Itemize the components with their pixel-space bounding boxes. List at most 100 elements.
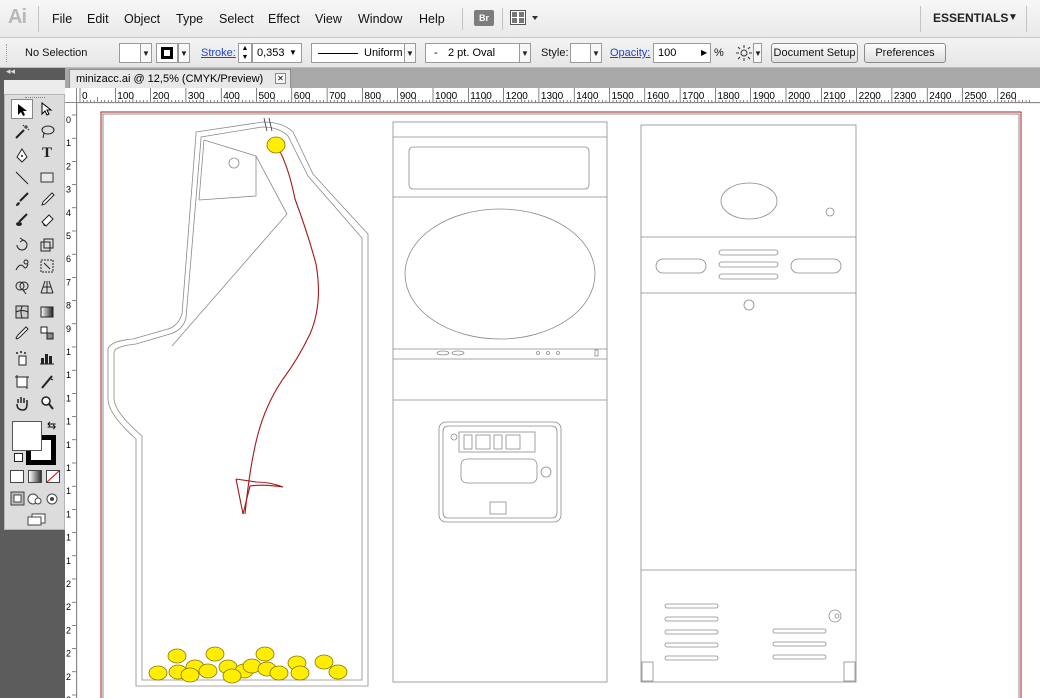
fill-color-swatch[interactable]: [12, 421, 42, 451]
chevron-right-icon[interactable]: ▶: [701, 48, 707, 57]
artboard-tool-icon[interactable]: [11, 371, 33, 391]
style-label: Style:: [541, 47, 569, 59]
column-graph-tool-icon[interactable]: [36, 347, 58, 367]
menu-window[interactable]: Window: [358, 12, 402, 26]
rotate-tool-icon[interactable]: [11, 234, 33, 254]
tools-panel: T ⇆: [4, 94, 65, 530]
stroke-swatch[interactable]: [156, 43, 178, 63]
divider: [920, 6, 921, 32]
perspective-grid-tool-icon[interactable]: [36, 276, 58, 296]
hand-tool-icon[interactable]: [11, 392, 33, 412]
menu-type[interactable]: Type: [176, 12, 203, 26]
graphic-style-swatch[interactable]: [570, 43, 592, 63]
draw-modes: [10, 491, 62, 506]
ruler-label: 600: [294, 91, 311, 102]
ruler-label: 0: [66, 115, 71, 125]
collapse-icon[interactable]: ◂◂: [6, 66, 15, 77]
variable-width-profile[interactable]: Uniform: [311, 43, 405, 63]
fill-dropdown[interactable]: ▼: [140, 43, 152, 63]
gradient-tool-icon[interactable]: [36, 301, 58, 321]
menu-object[interactable]: Object: [124, 12, 160, 26]
recolor-dropdown[interactable]: ▼: [753, 43, 762, 63]
bridge-button[interactable]: Br: [474, 10, 494, 26]
profile-dropdown[interactable]: ▼: [404, 43, 416, 63]
direct-selection-tool-icon[interactable]: [36, 99, 58, 119]
workspace-switcher[interactable]: ESSENTIALS: [933, 11, 1008, 25]
opacity-label[interactable]: Opacity:: [610, 47, 650, 59]
symbol-sprayer-tool-icon[interactable]: [11, 347, 33, 367]
menu-help[interactable]: Help: [419, 12, 445, 26]
paintbrush-tool-icon[interactable]: [11, 188, 33, 208]
blend-tool-icon[interactable]: [36, 322, 58, 342]
screen-mode-button[interactable]: [27, 513, 47, 526]
document-tab[interactable]: minizacc.ai @ 12,5% (CMYK/Preview) ✕: [69, 69, 291, 88]
coin-shape[interactable]: [266, 136, 286, 154]
default-colors-icon[interactable]: [14, 453, 23, 462]
canvas[interactable]: [78, 104, 1040, 698]
lasso-tool-icon[interactable]: [36, 121, 58, 141]
line-preview-icon: [318, 53, 358, 54]
ruler-label: 2300: [894, 91, 917, 102]
type-tool-icon[interactable]: T: [36, 145, 58, 165]
blob-brush-tool-icon[interactable]: [11, 209, 33, 229]
pen-tool-icon[interactable]: [11, 145, 33, 165]
free-transform-tool-icon[interactable]: [36, 255, 58, 275]
menu-select[interactable]: Select: [219, 12, 254, 26]
brush-definition[interactable]: - 2 pt. Oval: [425, 43, 520, 63]
menu-view[interactable]: View: [315, 12, 342, 26]
ruler-label: 4: [66, 208, 71, 218]
none-mode-icon[interactable]: [46, 470, 60, 483]
ruler-label: 260: [1000, 91, 1017, 102]
divider: [502, 8, 503, 30]
eyedropper-tool-icon[interactable]: [11, 322, 33, 342]
vertical-ruler[interactable]: 012345678911111111112222222: [65, 103, 77, 698]
arrange-documents-button[interactable]: [510, 10, 540, 26]
ruler-label: 1: [66, 509, 71, 519]
ruler-label: 700: [329, 91, 346, 102]
brush-dropdown[interactable]: ▼: [519, 43, 531, 63]
preferences-button[interactable]: Preferences: [864, 43, 946, 63]
warp-tool-icon[interactable]: [11, 255, 33, 275]
ruler-label: 400: [223, 91, 240, 102]
ruler-origin[interactable]: [65, 88, 77, 103]
eraser-tool-icon[interactable]: [36, 209, 58, 229]
magic-wand-tool-icon[interactable]: [11, 121, 33, 141]
menu-edit[interactable]: Edit: [87, 12, 109, 26]
ruler-label: 500: [259, 91, 276, 102]
panel-grip[interactable]: [6, 44, 9, 62]
style-dropdown[interactable]: ▼: [590, 43, 602, 63]
rectangle-tool-icon[interactable]: [36, 167, 58, 187]
scale-tool-icon[interactable]: [36, 234, 58, 254]
chevron-down-icon[interactable]: ▼: [289, 48, 297, 57]
swap-colors-icon[interactable]: ⇆: [47, 419, 56, 432]
slice-tool-icon[interactable]: [36, 371, 58, 391]
chevron-down-icon[interactable]: ▼: [1008, 12, 1018, 23]
shape-builder-tool-icon[interactable]: [11, 276, 33, 296]
color-mode-icon[interactable]: [10, 470, 24, 483]
panel-background: [0, 530, 65, 698]
gradient-mode-icon[interactable]: [28, 470, 42, 483]
artboard-border: [100, 111, 1022, 698]
stroke-label[interactable]: Stroke:: [201, 47, 236, 59]
horizontal-ruler[interactable]: 0 100 200 300 400 500 600 700 800 900 1000 1100 1200…: [77, 88, 1040, 103]
menu-effect[interactable]: Effect: [268, 12, 300, 26]
zoom-tool-icon[interactable]: [36, 392, 58, 412]
ruler-label: 1700: [682, 91, 705, 102]
ruler-label: 2: [66, 579, 71, 589]
ruler-label: 1000: [435, 91, 458, 102]
mesh-tool-icon[interactable]: [11, 301, 33, 321]
stroke-stepper[interactable]: ▲ ▼: [238, 43, 252, 63]
ruler-label: 1: [66, 533, 71, 543]
tools-panel-header[interactable]: ◂◂: [0, 66, 65, 80]
close-icon[interactable]: ✕: [275, 73, 286, 84]
pencil-tool-icon[interactable]: [36, 188, 58, 208]
menu-file[interactable]: File: [52, 12, 72, 26]
ruler-label: 2000: [788, 91, 811, 102]
document-setup-button[interactable]: Document Setup: [771, 43, 858, 63]
stroke-color-dropdown[interactable]: ▼: [178, 43, 190, 63]
line-segment-tool-icon[interactable]: [11, 167, 33, 187]
recolor-artwork-button[interactable]: [735, 44, 755, 62]
draw-mode-icons[interactable]: [10, 491, 62, 506]
ruler-label: 1: [66, 393, 71, 403]
selection-tool-icon[interactable]: [11, 99, 33, 119]
